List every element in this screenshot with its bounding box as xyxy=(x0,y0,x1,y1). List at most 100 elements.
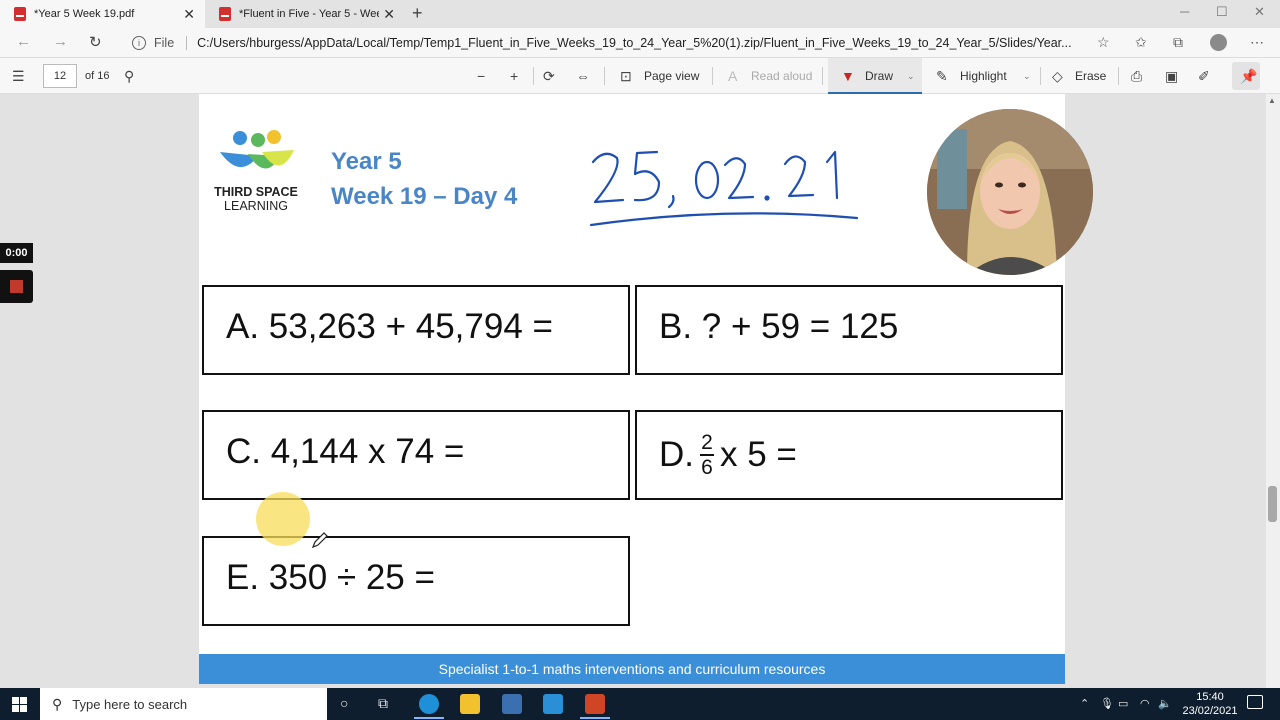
logo-line1: THIRD SPACE xyxy=(214,185,298,199)
question-d-rest: x 5 = xyxy=(720,435,797,474)
pdf-icon xyxy=(14,7,26,21)
notification-icon[interactable] xyxy=(1247,695,1263,709)
pdf-toolbar: ☰ 12 of 16 ⚲ − + ⟳ ⇔ ⊡ Page view A Read … xyxy=(0,58,1280,94)
tab-strip: *Year 5 Week 19.pdf ✕ *Fluent in Five - … xyxy=(0,0,1280,28)
store-icon[interactable] xyxy=(502,694,522,714)
windows-start-icon[interactable] xyxy=(12,697,27,712)
search-icon: ⚲ xyxy=(52,695,63,712)
taskbar-search[interactable]: ⚲ Type here to search xyxy=(40,688,327,720)
stop-icon xyxy=(10,280,23,293)
file-scheme-label: File xyxy=(154,36,175,50)
cortana-icon[interactable]: ○ xyxy=(340,695,348,711)
draw-button[interactable]: Draw xyxy=(865,69,893,83)
question-e-box: E. 350 ÷ 25 = xyxy=(202,536,630,626)
logo-text: THIRD SPACE LEARNING xyxy=(206,185,306,213)
collections-icon[interactable]: ⧉ xyxy=(1173,34,1183,51)
tab-title: *Fluent in Five - Year 5 - Week 19 xyxy=(239,8,379,20)
save-as-icon[interactable]: ✐ xyxy=(1198,68,1210,85)
pin-toolbar-icon[interactable]: 📌 xyxy=(1240,68,1257,85)
microphone-icon[interactable]: 🎙 xyxy=(1100,697,1114,710)
minimize-icon[interactable]: ─ xyxy=(1180,4,1189,19)
question-b: B. ? + 59 = 125 xyxy=(659,307,899,346)
question-c: C. 4,144 x 74 = xyxy=(226,432,465,471)
question-c-box: C. 4,144 x 74 = xyxy=(202,410,630,500)
mail-icon[interactable] xyxy=(543,694,563,714)
third-space-learning-logo xyxy=(220,130,294,169)
erase-button[interactable]: Erase xyxy=(1075,69,1106,83)
show-hidden-icons[interactable]: ⌃ xyxy=(1080,697,1089,710)
clock[interactable]: 15:40 23/02/2021 xyxy=(1180,690,1240,718)
maximize-icon[interactable]: ☐ xyxy=(1216,4,1228,20)
handwritten-date xyxy=(589,150,859,227)
tab-year5-pdf[interactable]: *Year 5 Week 19.pdf ✕ xyxy=(0,0,205,28)
battery-icon[interactable]: ▭ xyxy=(1118,697,1128,710)
rotate-icon[interactable]: ⟳ xyxy=(543,68,555,85)
page-total: of 16 xyxy=(85,70,110,82)
wifi-icon[interactable]: ◠ xyxy=(1140,697,1150,710)
fraction-numerator: 2 xyxy=(701,431,713,454)
tab-fluent-in-five[interactable]: *Fluent in Five - Year 5 - Week 19 ✕ xyxy=(205,0,405,28)
favorites-icon[interactable]: ✩ xyxy=(1135,34,1147,51)
page-view-icon: ⊡ xyxy=(620,68,632,84)
close-icon[interactable]: ✕ xyxy=(383,6,395,23)
print-icon[interactable]: ⎙ xyxy=(1131,68,1142,85)
chevron-down-icon[interactable]: ⌄ xyxy=(1023,71,1031,82)
edge-app-icon[interactable] xyxy=(414,694,444,719)
recording-timer: 0:00 xyxy=(0,243,33,263)
fraction-denominator: 6 xyxy=(701,456,713,479)
new-tab-icon[interactable]: + xyxy=(412,3,423,24)
question-d-box: D. 2 6 x 5 = xyxy=(635,410,1063,500)
erase-icon: ◇ xyxy=(1052,68,1063,84)
url-text: C:/Users/hburgess/AppData/Local/Temp/Tem… xyxy=(197,36,1072,50)
save-icon[interactable]: ▣ xyxy=(1165,68,1178,85)
question-d: D. 2 6 x 5 = xyxy=(659,432,797,478)
search-icon[interactable]: ⚲ xyxy=(124,68,134,85)
address-field[interactable]: i File C:/Users/hburgess/AppData/Local/T… xyxy=(120,31,1120,55)
scrollbar-thumb[interactable] xyxy=(1268,486,1277,522)
back-icon[interactable]: ← xyxy=(16,33,31,50)
pen-cursor-icon xyxy=(311,532,328,549)
logo-line2: LEARNING xyxy=(224,199,288,213)
clock-time: 15:40 xyxy=(1196,691,1224,703)
search-placeholder: Type here to search xyxy=(72,696,188,712)
webcam-overlay xyxy=(927,109,1093,275)
contents-icon[interactable]: ☰ xyxy=(12,68,25,85)
file-explorer-icon[interactable] xyxy=(460,694,480,714)
address-bar-row: ← → ↻ i File C:/Users/hburgess/AppData/L… xyxy=(0,28,1280,58)
powerpoint-icon[interactable] xyxy=(580,694,610,719)
page-number-input[interactable]: 12 xyxy=(43,64,77,88)
pdf-icon xyxy=(219,7,231,21)
fit-page-icon[interactable]: ⇔ xyxy=(576,68,590,84)
more-icon[interactable]: ⋯ xyxy=(1250,34,1264,51)
vertical-scrollbar[interactable] xyxy=(1266,94,1280,688)
close-icon[interactable]: ✕ xyxy=(183,6,195,23)
refresh-icon[interactable]: ↻ xyxy=(89,33,102,51)
windows-taskbar: ⚲ Type here to search ○ ⧉ ⌃ 🎙 ▭ ◠ 🔈 15:4… xyxy=(0,688,1280,720)
profile-avatar[interactable] xyxy=(1210,34,1227,51)
question-b-box: B. ? + 59 = 125 xyxy=(635,285,1063,375)
zoom-in-icon[interactable]: + xyxy=(510,68,518,84)
close-window-icon[interactable]: ✕ xyxy=(1254,4,1265,20)
forward-icon[interactable]: → xyxy=(53,33,68,50)
page-view-button[interactable]: Page view xyxy=(644,69,699,83)
zoom-out-icon[interactable]: − xyxy=(477,68,485,84)
slide-title: Year 5 Week 19 – Day 4 xyxy=(331,144,517,214)
task-view-icon[interactable]: ⧉ xyxy=(378,695,388,712)
clock-date: 23/02/2021 xyxy=(1182,705,1238,717)
question-a: A. 53,263 + 45,794 = xyxy=(226,307,553,346)
read-aloud-icon: A xyxy=(728,68,738,84)
cursor-highlight xyxy=(256,492,310,546)
question-a-box: A. 53,263 + 45,794 = xyxy=(202,285,630,375)
chevron-down-icon[interactable]: ⌄ xyxy=(907,71,915,82)
scroll-up-icon[interactable]: ▲ xyxy=(1268,96,1276,105)
slide-footer: Specialist 1-to-1 maths interventions an… xyxy=(199,654,1065,684)
info-icon[interactable]: i xyxy=(132,36,146,50)
volume-icon[interactable]: 🔈 xyxy=(1158,697,1172,710)
highlight-button[interactable]: Highlight xyxy=(960,69,1007,83)
stop-recording-button[interactable] xyxy=(0,270,33,303)
question-d-label: D. xyxy=(659,435,694,474)
year-label: Year 5 xyxy=(331,148,402,175)
fraction: 2 6 xyxy=(700,432,714,478)
add-favorite-icon[interactable]: ☆ xyxy=(1097,34,1110,51)
read-aloud-button[interactable]: Read aloud xyxy=(751,69,812,83)
